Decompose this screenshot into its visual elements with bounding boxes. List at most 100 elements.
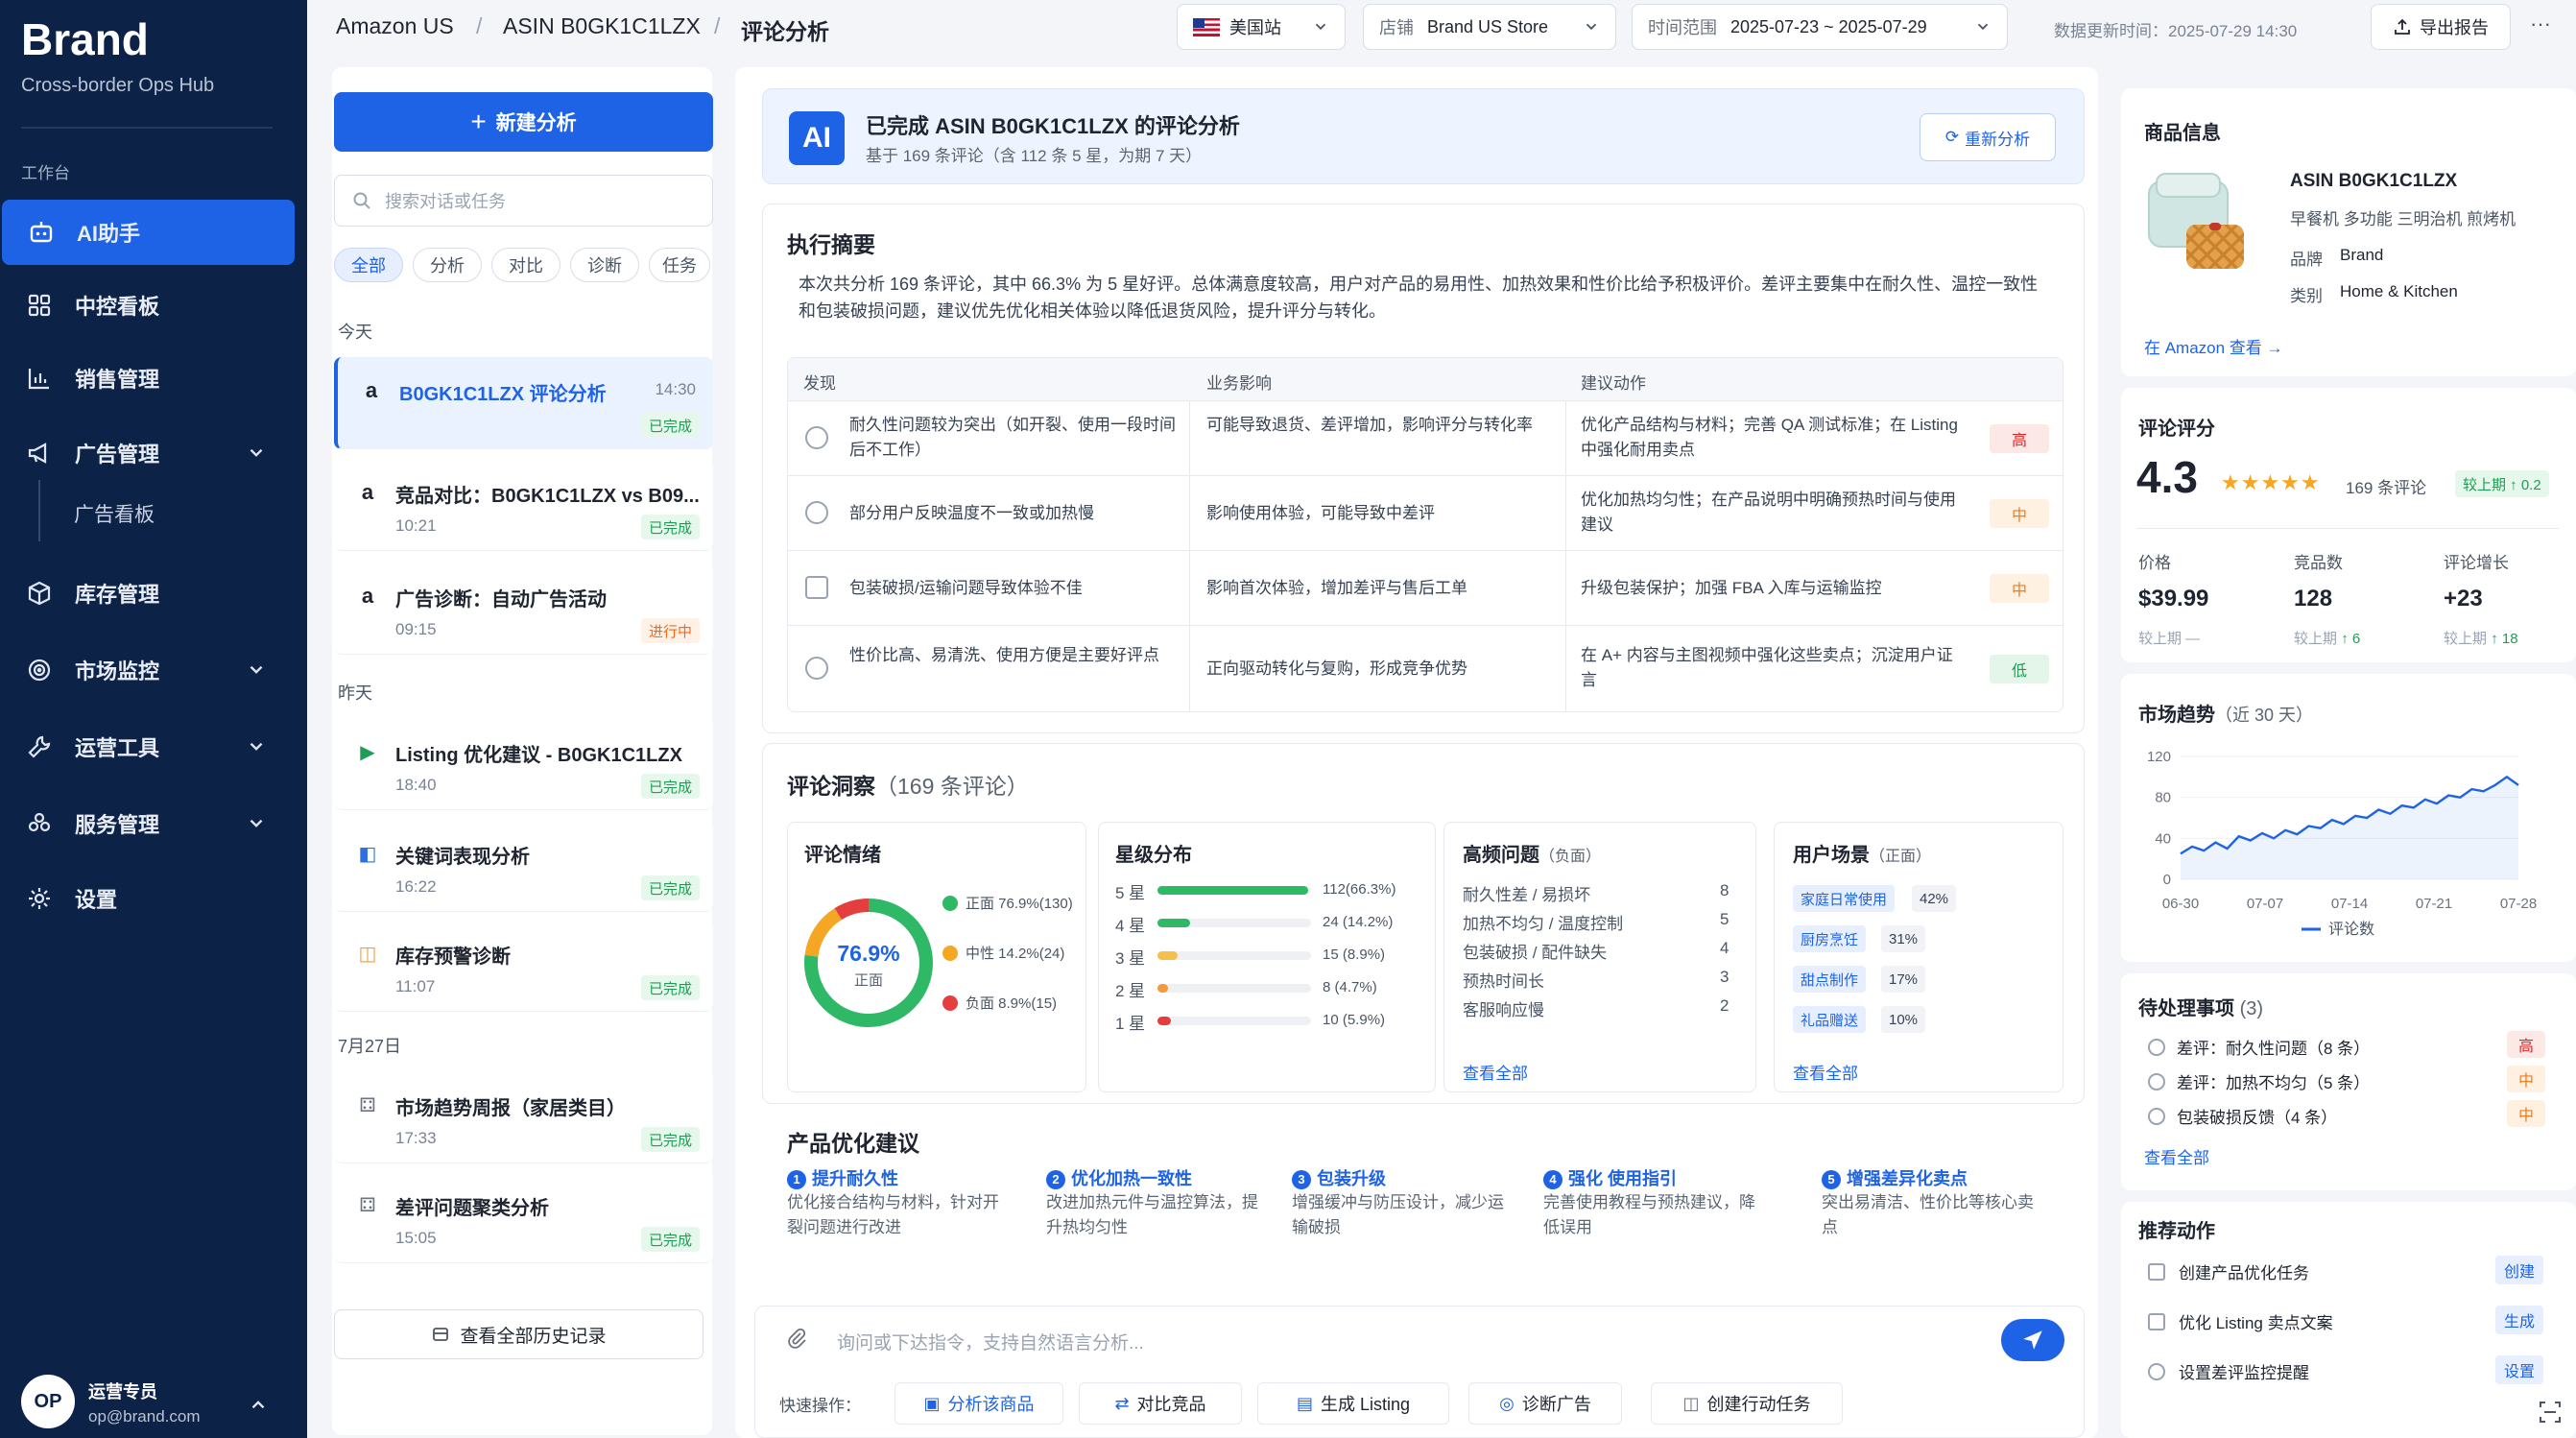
priority-badge: 中 (2507, 1100, 2545, 1127)
scan-icon[interactable] (2538, 1400, 2563, 1425)
conversation-item[interactable]: a 竞品对比：B0GK1C1LZX vs B09... 10:21 已完成 (334, 459, 713, 551)
site-select[interactable]: 美国站 (1177, 4, 1346, 50)
plus-icon: + (470, 107, 487, 136)
conversation-item[interactable]: ◫ 库存预警诊断 11:07 已完成 (334, 920, 713, 1012)
new-analysis-button[interactable]: + 新建分析 (334, 92, 713, 152)
chat-input[interactable]: 询问或下达指令，支持自然语言分析... (837, 1329, 1144, 1354)
conversation-item[interactable]: ◧ 关键词表现分析 16:22 已完成 (334, 820, 713, 912)
category-value: Home & Kitchen (2340, 282, 2458, 300)
conversation-item[interactable]: ⚃ 差评问题聚类分析 15:05 已完成 (334, 1171, 713, 1263)
todo-view-all-link[interactable]: 查看全部 (2144, 1144, 2209, 1168)
quick-action-compare[interactable]: ⇄ 对比竞品 (1079, 1382, 1242, 1425)
action-text: 设置差评监控提醒 (2179, 1364, 2309, 1382)
quick-actions-label: 快速操作： (779, 1397, 861, 1415)
todo-item[interactable]: 差评：耐久性问题（8 条） (2148, 1035, 2370, 1059)
quick-action-label: 生成 Listing (1320, 1395, 1411, 1414)
issue-label: 加热不均匀 / 温度控制 (1463, 915, 1624, 933)
quick-action-listing[interactable]: ▤ 生成 Listing (1257, 1382, 1449, 1425)
conversation-item[interactable]: ⚃ 市场趋势周报（家居类目） 17:33 已完成 (334, 1071, 713, 1163)
stat-label: 评论增长 (2444, 554, 2509, 572)
reanalyze-button[interactable]: ⟳ 重新分析 (1920, 113, 2056, 161)
finding-text: 包装破损/运输问题导致体验不佳 (849, 579, 1083, 597)
nav-ai-assistant[interactable]: AI助手 (2, 200, 295, 265)
quick-action-task[interactable]: ◫ 创建行动任务 (1651, 1382, 1843, 1425)
nav-sales[interactable]: 销售管理 (0, 346, 298, 411)
donut-center-label: 正面 (853, 972, 883, 989)
conversation-item[interactable]: a 广告诊断：自动广告活动 09:15 进行中 (334, 563, 713, 655)
issue-label: 客服响应慢 (1463, 1001, 1544, 1019)
brand-logo: Brand (21, 14, 149, 64)
analyze-icon: ▣ (923, 1393, 941, 1413)
star-label: 3 星 (1115, 949, 1146, 968)
chevron-up-icon[interactable] (248, 1394, 269, 1415)
conversation-item[interactable]: a B0GK1C1LZX 评论分析 14:30 已完成 (334, 357, 713, 449)
nav-market[interactable]: 市场监控 (0, 637, 298, 703)
avatar[interactable]: OP (21, 1375, 75, 1428)
nav-ads-dashboard[interactable]: 广告看板 (74, 499, 155, 528)
breadcrumb-marketplace[interactable]: Amazon US (336, 13, 454, 39)
insight-count: （169 条评论） (875, 774, 1029, 799)
nav-services[interactable]: 服务管理 (0, 791, 298, 856)
action-create-button[interactable]: 创建 (2495, 1256, 2543, 1284)
filter-chip-task[interactable]: 任务 (649, 248, 710, 282)
conversation-title: 关键词表现分析 (395, 847, 530, 868)
step-number: 5 (1822, 1169, 1841, 1189)
todo-title-text: 待处理事项 (2138, 998, 2234, 1019)
conversation-item[interactable]: ▶ Listing 优化建议 - B0GK1C1LZX 18:40 已完成 (334, 718, 713, 810)
store-select[interactable]: 店铺 Brand US Store (1363, 4, 1616, 50)
send-button[interactable] (2001, 1319, 2064, 1361)
action-setup-button[interactable]: 设置 (2495, 1355, 2543, 1384)
nav-ads[interactable]: 广告管理 (0, 420, 298, 486)
alarm-icon[interactable] (2148, 1362, 2165, 1380)
conversation-title: 库存预警诊断 (395, 947, 511, 968)
quick-action-analyze[interactable]: ▣ 分析该商品 (894, 1382, 1063, 1425)
filter-chip-compare[interactable]: 对比 (491, 248, 561, 282)
paperclip-icon[interactable] (785, 1327, 808, 1350)
breadcrumb-asin[interactable]: ASIN B0GK1C1LZX (503, 13, 701, 39)
legend-negative: 负面 8.9%(15) (942, 993, 1057, 1013)
actions-title: 推荐动作 (2138, 1221, 2215, 1242)
filter-chip-analysis[interactable]: 分析 (413, 248, 482, 282)
status-badge: 进行中 (640, 618, 700, 643)
star-value: 24 (14.2%) (1323, 914, 1394, 930)
nav-inventory[interactable]: 库存管理 (0, 561, 298, 626)
y-tick-label: 120 (2147, 749, 2171, 765)
checkbox-icon[interactable] (2148, 1262, 2165, 1281)
nav-settings[interactable]: 设置 (0, 866, 298, 931)
nav-label: 市场监控 (75, 659, 160, 683)
us-flag-icon (1193, 17, 1220, 36)
todo-item[interactable]: 差评：加热不均匀（5 条） (2148, 1069, 2370, 1093)
task-icon: ◫ (1682, 1393, 1700, 1413)
issue-label: 预热时间长 (1463, 972, 1544, 991)
quick-action-label: 创建行动任务 (1706, 1395, 1811, 1414)
scenes-view-all-link[interactable]: 查看全部 (1793, 1060, 1858, 1084)
y-tick-label: 40 (2155, 830, 2171, 847)
date-range-select[interactable]: 时间范围 2025-07-23 ~ 2025-07-29 (1632, 4, 2008, 50)
checkbox-icon[interactable] (2148, 1312, 2165, 1330)
target-icon (25, 656, 54, 684)
legend-label: 中性 14.2%(24) (966, 946, 1065, 962)
x-tick-label: 07-14 (2331, 896, 2368, 912)
filter-chip-all[interactable]: 全部 (334, 248, 403, 282)
table-row: 部分用户反映温度不一致或加热慢 影响使用体验，可能导致中差评 优化加热均匀性；在… (788, 475, 2063, 550)
suggestion-title: 包装升级 (1317, 1169, 1386, 1188)
conversation-title: 市场趋势周报（家居类目） (395, 1098, 626, 1119)
action-generate-button[interactable]: 生成 (2495, 1306, 2543, 1334)
divider (21, 127, 273, 129)
trend-title: 市场趋势（近 30 天） (2138, 699, 2313, 727)
power-icon (805, 501, 828, 524)
view-on-amazon-link[interactable]: 在 Amazon 查看 → (2144, 334, 2283, 358)
status-badge: 已完成 (640, 774, 700, 799)
view-history-button[interactable]: 查看全部历史记录 (334, 1309, 704, 1359)
more-menu-button[interactable]: ··· (2530, 12, 2551, 36)
nav-tools[interactable]: 运营工具 (0, 714, 298, 779)
filter-chip-diagnose[interactable]: 诊断 (570, 248, 639, 282)
todo-item[interactable]: 包装破损反馈（4 条） (2148, 1104, 2337, 1128)
step-number: 1 (787, 1169, 806, 1189)
suggestion-desc: 突出易清洁、性价比等核心卖点 (1822, 1193, 2034, 1236)
quick-action-diagnose[interactable]: ◎ 诊断广告 (1468, 1382, 1622, 1425)
nav-dashboard[interactable]: 中控看板 (0, 273, 298, 338)
conversation-search-input[interactable]: 搜索对话或任务 (334, 175, 713, 227)
issues-view-all-link[interactable]: 查看全部 (1463, 1060, 1528, 1084)
export-button[interactable]: 导出报告 (2371, 4, 2511, 50)
